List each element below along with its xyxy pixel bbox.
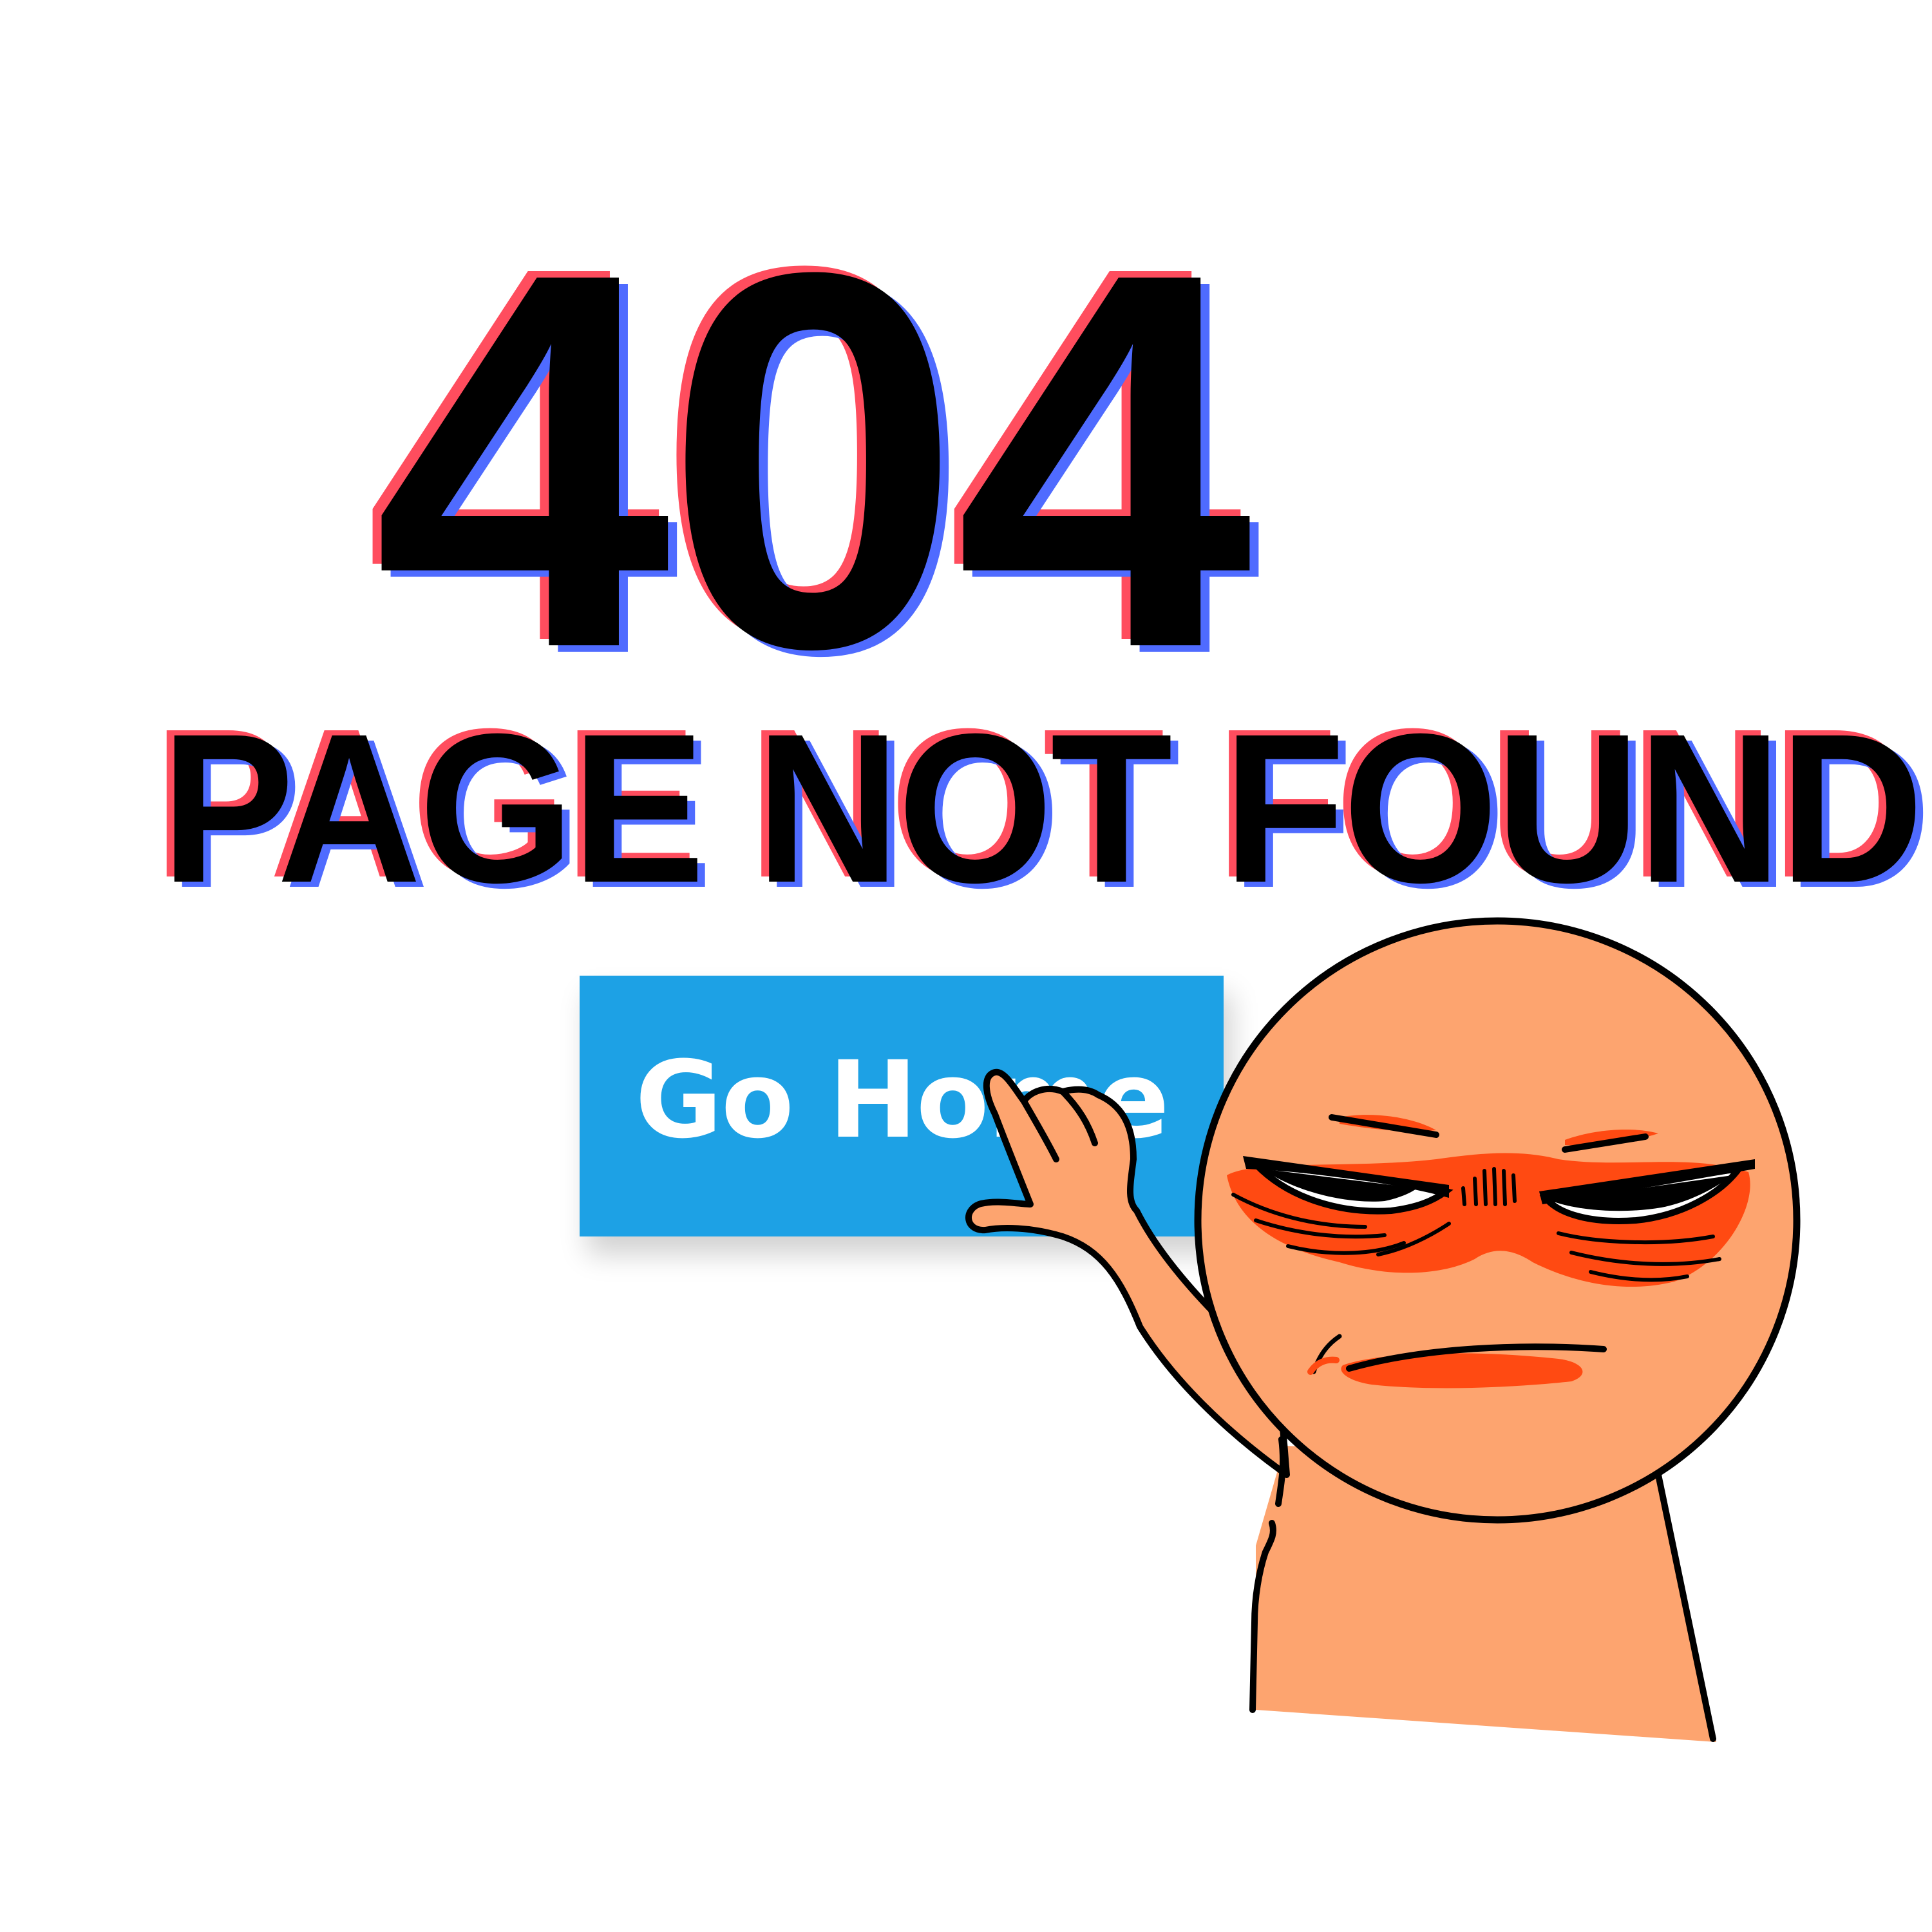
not-found-page: 404 404 404 PAGE NOT FOUND PAGE NOT FOUN…	[0, 0, 1932, 1932]
annoyed-pointing-character-icon	[965, 917, 1801, 1742]
